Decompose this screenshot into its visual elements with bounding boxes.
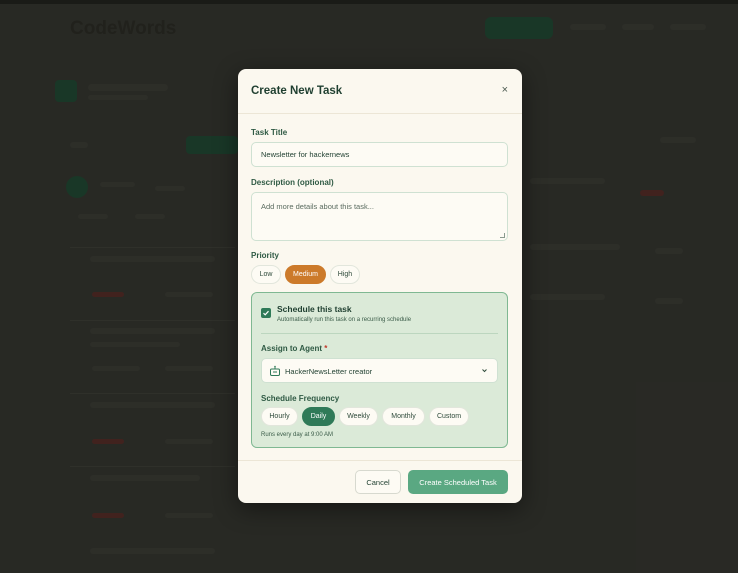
footer-divider — [238, 460, 522, 461]
chevron-down-icon — [482, 369, 487, 373]
frequency-custom-chip[interactable]: Custom — [429, 407, 469, 426]
description-textarea[interactable]: Add more details about this task... — [251, 192, 508, 241]
schedule-divider — [261, 333, 498, 334]
modal-header: Create New Task × — [238, 69, 522, 114]
schedule-checkbox[interactable] — [261, 308, 271, 318]
frequency-label: Schedule Frequency — [261, 394, 340, 403]
check-icon — [263, 310, 269, 316]
agent-label: Assign to Agent * — [261, 344, 327, 353]
priority-label: Priority — [251, 251, 280, 260]
agent-label-text: Assign to Agent — [261, 344, 323, 353]
priority-low-chip[interactable]: Low — [251, 265, 281, 284]
robot-icon — [270, 365, 280, 376]
description-label: Description (optional) — [251, 178, 334, 187]
description-placeholder: Add more details about this task... — [261, 202, 374, 211]
priority-high-chip[interactable]: High — [330, 265, 360, 284]
priority-medium-chip[interactable]: Medium — [285, 265, 326, 284]
frequency-monthly-chip[interactable]: Monthly — [382, 407, 425, 426]
required-mark: * — [324, 344, 328, 353]
resize-handle-icon[interactable] — [500, 233, 505, 238]
agent-select-value: HackerNewsLetter creator — [285, 367, 373, 376]
create-task-modal: Create New Task × Task Title Newsletter … — [238, 69, 522, 503]
cancel-button[interactable]: Cancel — [355, 470, 401, 494]
close-icon[interactable]: × — [502, 84, 508, 96]
schedule-title: Schedule this task — [277, 304, 352, 314]
task-title-input[interactable]: Newsletter for hackernews — [251, 142, 508, 167]
schedule-subtitle: Automatically run this task on a recurri… — [277, 317, 412, 323]
task-title-label: Task Title — [251, 128, 288, 137]
schedule-panel: Schedule this task Automatically run thi… — [251, 292, 508, 448]
agent-select[interactable]: HackerNewsLetter creator — [261, 358, 498, 383]
frequency-daily-chip[interactable]: Daily — [302, 407, 335, 426]
frequency-hourly-chip[interactable]: Hourly — [261, 407, 298, 426]
schedule-note: Runs every day at 9:00 AM — [261, 432, 334, 438]
create-scheduled-task-button[interactable]: Create Scheduled Task — [408, 470, 508, 494]
modal-title: Create New Task — [251, 85, 343, 97]
frequency-weekly-chip[interactable]: Weekly — [339, 407, 378, 426]
